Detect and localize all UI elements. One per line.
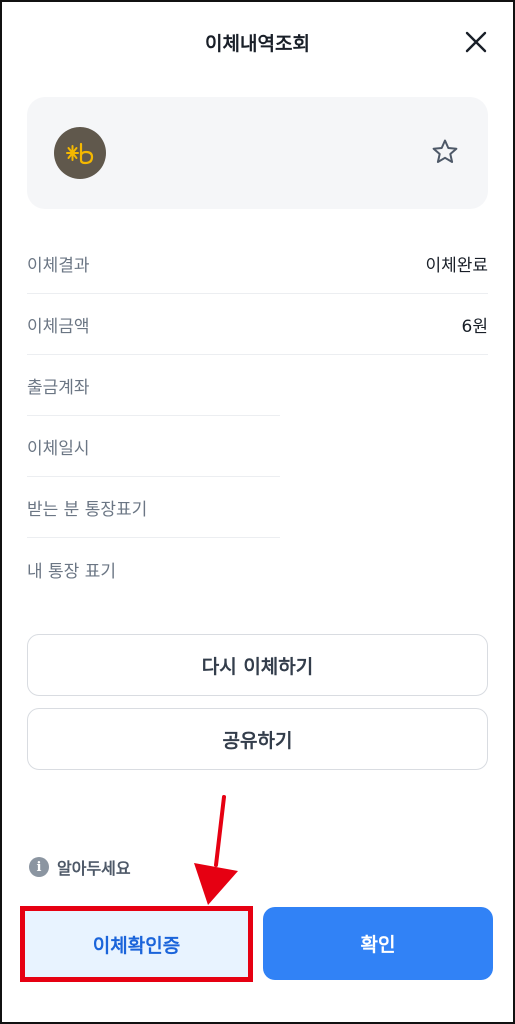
notice-link[interactable]: i 알아두세요	[29, 855, 131, 879]
detail-label: 이체결과	[27, 255, 90, 276]
page-title: 이체내역조회	[205, 32, 310, 55]
bank-card	[27, 97, 488, 209]
star-outline-icon	[432, 139, 458, 163]
detail-label: 받는 분 통장표기	[27, 499, 148, 520]
detail-row-account: 출금계좌	[27, 355, 280, 416]
detail-row-amount: 이체금액 6원	[27, 294, 488, 355]
retry-transfer-button[interactable]: 다시 이체하기	[27, 634, 488, 696]
info-icon: i	[29, 857, 49, 877]
detail-row-recipient-memo: 받는 분 통장표기	[27, 477, 280, 538]
detail-row-datetime: 이체일시	[27, 416, 280, 477]
transfer-certificate-button[interactable]: 이체확인증	[20, 906, 253, 982]
kb-bank-logo-icon	[54, 127, 106, 179]
detail-label: 이체금액	[27, 316, 90, 337]
confirm-button[interactable]: 확인	[263, 907, 493, 980]
detail-label: 이체일시	[27, 438, 90, 459]
close-icon	[465, 31, 487, 53]
detail-value: 6원	[461, 316, 488, 337]
detail-row-my-memo: 내 통장 표기	[27, 539, 280, 600]
header-bar: 이체내역조회	[0, 0, 515, 84]
detail-label: 출금계좌	[27, 377, 90, 398]
share-button[interactable]: 공유하기	[27, 708, 488, 770]
detail-label: 내 통장 표기	[27, 562, 117, 582]
close-button[interactable]	[461, 27, 491, 57]
notice-label: 알아두세요	[57, 859, 131, 878]
detail-row-result: 이체결과 이체완료	[27, 233, 488, 294]
favorite-button[interactable]	[430, 137, 460, 167]
detail-value: 이체완료	[425, 255, 488, 276]
annotation-arrow-icon	[194, 795, 238, 905]
